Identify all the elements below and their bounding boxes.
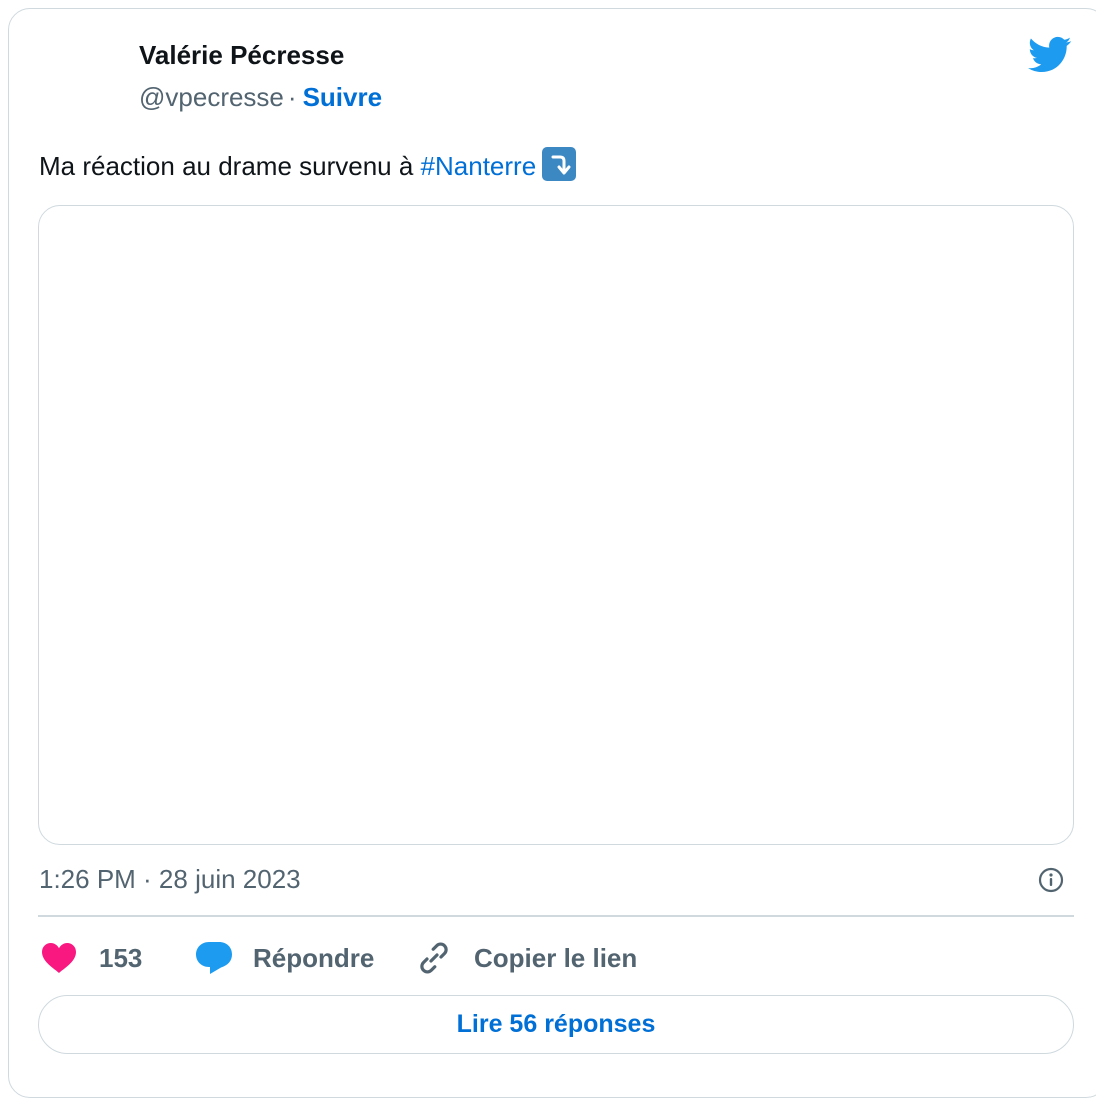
heart-icon bbox=[42, 943, 76, 973]
read-replies-label: Lire 56 réponses bbox=[456, 1010, 656, 1038]
right-arrow-curving-down-icon bbox=[542, 147, 577, 181]
author-handle-line: @vpecresse · Suivre bbox=[139, 82, 382, 113]
tweet-text: Ma réaction au drame survenu à #Nanterre bbox=[39, 147, 577, 182]
info-icon[interactable] bbox=[1038, 867, 1064, 893]
read-replies-button[interactable]: Lire 56 réponses bbox=[38, 995, 1074, 1054]
copy-link-button[interactable]: Copier le lien bbox=[416, 938, 637, 978]
follow-button[interactable]: Suivre bbox=[303, 82, 383, 112]
tweet-body: Ma réaction au drame survenu à bbox=[39, 151, 421, 181]
tweet-timestamp[interactable]: 1:26 PM · 28 juin 2023 bbox=[39, 864, 301, 895]
author-handle[interactable]: @vpecresse bbox=[139, 82, 284, 112]
reply-label: Répondre bbox=[253, 942, 375, 973]
hashtag-link[interactable]: #Nanterre bbox=[421, 151, 537, 181]
divider bbox=[38, 915, 1074, 917]
separator-dot: · bbox=[287, 82, 297, 112]
like-count: 153 bbox=[99, 942, 143, 973]
reply-button[interactable]: Répondre bbox=[195, 938, 374, 978]
embedded-media-area[interactable] bbox=[38, 205, 1074, 845]
link-icon bbox=[420, 942, 448, 974]
like-button[interactable]: 153 bbox=[41, 938, 142, 978]
author-name[interactable]: Valérie Pécresse bbox=[139, 40, 344, 71]
reply-bubble-icon bbox=[196, 942, 232, 974]
twitter-bird-icon[interactable] bbox=[1028, 36, 1072, 74]
copy-link-label: Copier le lien bbox=[474, 942, 638, 973]
